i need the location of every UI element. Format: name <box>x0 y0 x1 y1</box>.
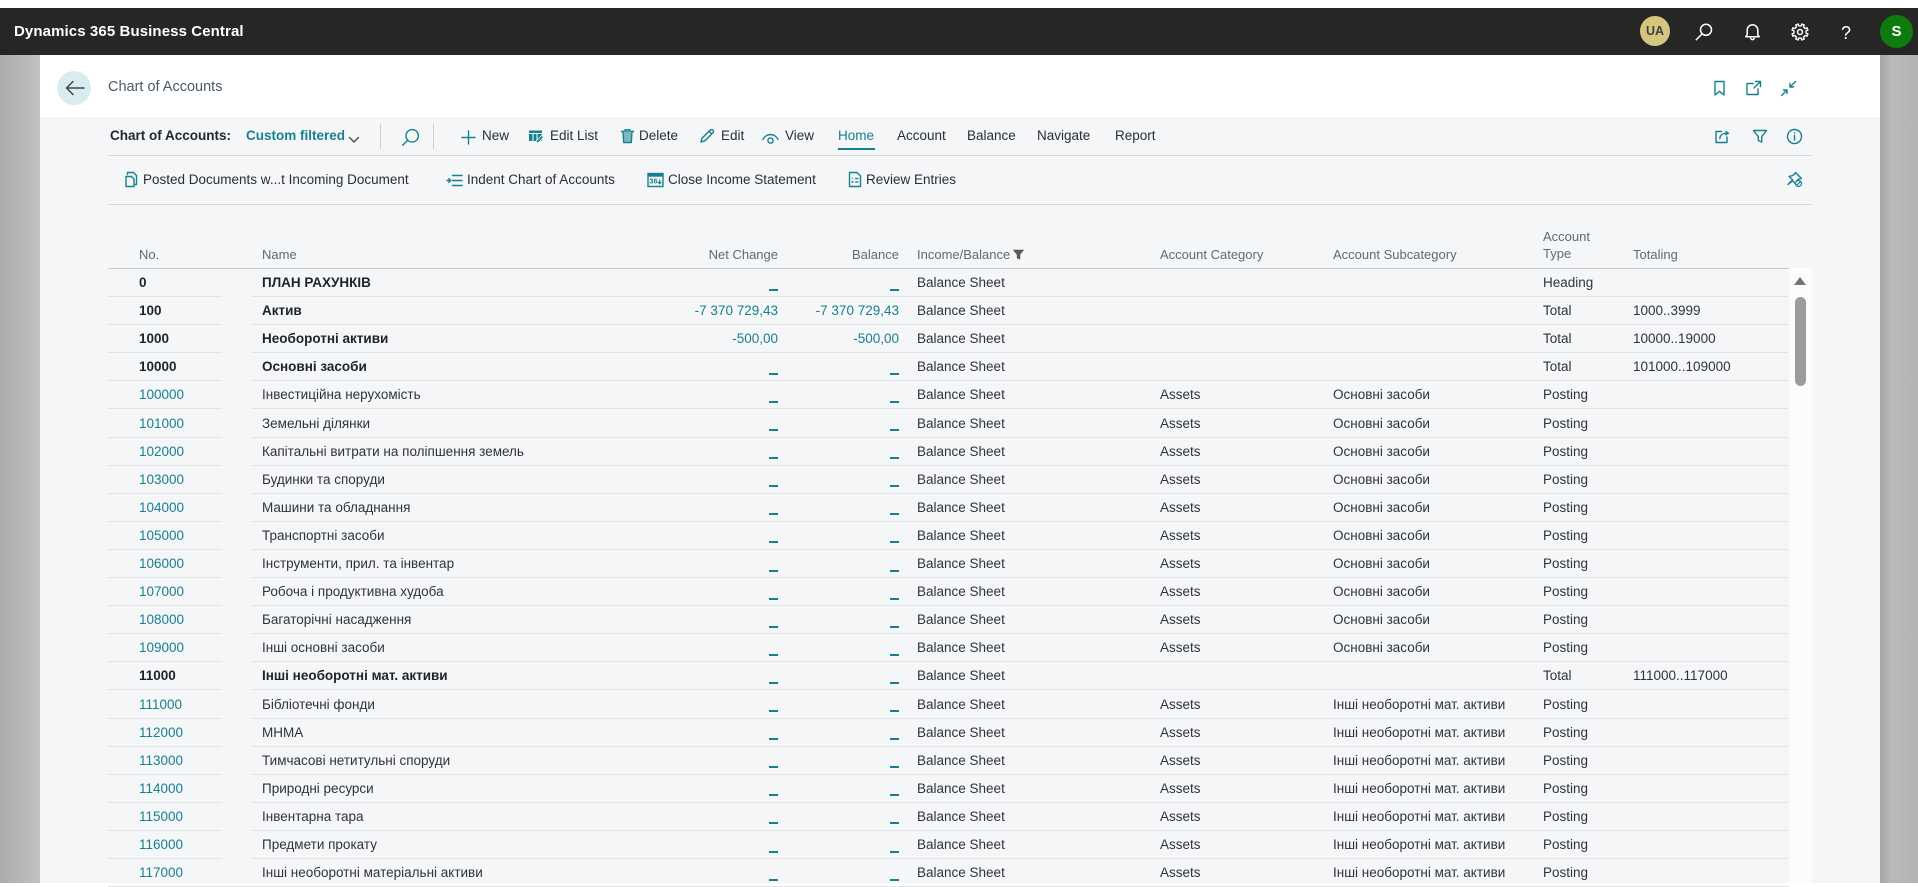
svg-text:36: 36 <box>649 176 657 185</box>
